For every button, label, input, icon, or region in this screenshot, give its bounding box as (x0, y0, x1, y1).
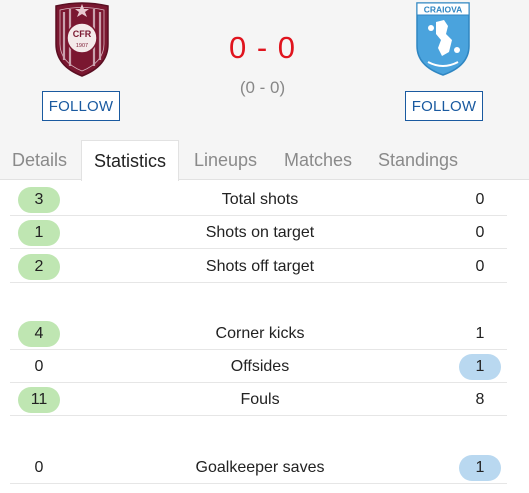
home-stat-value: 1 (18, 220, 60, 246)
stat-row-shots-off-target: 2 Shots off target 0 (10, 250, 507, 283)
stat-row-offsides: 0 Offsides 1 (10, 350, 507, 383)
home-stat-value: 0 (34, 459, 44, 476)
halftime-score: (0 - 0) (239, 78, 286, 97)
home-stat-value: 11 (18, 387, 60, 413)
tab-statistics[interactable]: Statistics (81, 140, 179, 181)
stat-label: Goalkeeper saves (195, 459, 325, 476)
home-stat-value: 3 (18, 187, 60, 213)
stat-label: Offsides (230, 358, 290, 375)
stat-label: Shots on target (205, 224, 315, 241)
stat-row-shots-on-target: 1 Shots on target 0 (10, 216, 507, 249)
away-stat-value: 0 (475, 224, 485, 241)
stat-label: Shots off target (205, 258, 315, 275)
tab-bar: Details Statistics Lineups Matches Stand… (0, 140, 529, 181)
stat-label: Total shots (221, 191, 299, 208)
away-stat-value: 1 (459, 455, 501, 481)
stat-label: Corner kicks (215, 325, 305, 342)
match-header: CFR 1907 FOLLOW 0 - 0 (0 - 0) CRAIOVA FO… (0, 0, 529, 140)
cfr-cluj-crest-icon[interactable]: CFR 1907 (52, 0, 112, 78)
away-follow-button[interactable]: FOLLOW (405, 91, 483, 121)
tab-details[interactable]: Details (0, 140, 79, 180)
svg-text:CFR: CFR (73, 29, 92, 39)
away-stat-value: 1 (459, 354, 501, 380)
away-stat-value: 0 (475, 258, 485, 275)
stat-label: Fouls (240, 391, 280, 408)
away-stat-value: 1 (475, 325, 485, 342)
svg-text:CRAIOVA: CRAIOVA (424, 5, 463, 15)
away-stat-value: 0 (475, 191, 485, 208)
home-stat-value: 4 (18, 321, 60, 347)
home-follow-button[interactable]: FOLLOW (42, 91, 120, 121)
stat-row-fouls: 11 Fouls 8 (10, 383, 507, 416)
home-stat-value: 2 (18, 254, 60, 280)
tab-lineups[interactable]: Lineups (181, 140, 270, 180)
stat-row-total-shots: 3 Total shots 0 (10, 183, 507, 216)
home-stat-value: 0 (34, 358, 44, 375)
away-stat-value: 8 (475, 391, 485, 408)
tab-matches[interactable]: Matches (272, 140, 364, 180)
svg-text:1907: 1907 (76, 43, 88, 49)
stat-row-goalkeeper-saves: 0 Goalkeeper saves 1 (10, 451, 507, 484)
universitatea-craiova-crest-icon[interactable]: CRAIOVA (414, 0, 472, 76)
match-score: 0 - 0 (228, 30, 297, 65)
stat-row-corner-kicks: 4 Corner kicks 1 (10, 317, 507, 350)
tab-standings[interactable]: Standings (366, 140, 470, 180)
